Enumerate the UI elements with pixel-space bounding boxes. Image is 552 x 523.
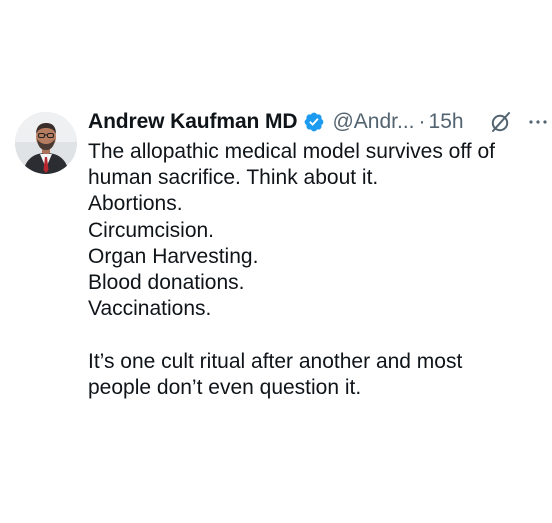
tweet-text-line: Organ Harvesting. <box>88 244 259 268</box>
verified-badge-icon[interactable] <box>303 111 325 133</box>
tweet-text-line: people don’t even question it. <box>88 375 362 399</box>
paragraph-break <box>88 322 538 348</box>
author-avatar[interactable] <box>15 112 77 174</box>
tweet-text: The allopathic medical model survives of… <box>88 139 538 401</box>
avatar-photo <box>15 112 77 174</box>
tweet-text-line: The allopathic medical model survives of… <box>88 140 495 163</box>
tweet-header: Andrew Kaufman MD @Andr... · 15h <box>88 104 547 140</box>
grok-icon[interactable] <box>489 110 513 134</box>
tweet-timestamp[interactable]: 15h <box>429 110 464 134</box>
more-options-icon[interactable] <box>526 110 550 134</box>
tweet-text-line: It’s one cult ritual after another and m… <box>88 349 463 373</box>
author-handle[interactable]: @Andr... <box>332 110 414 134</box>
tweet-text-line: Blood donations. <box>88 271 245 295</box>
tweet[interactable]: Andrew Kaufman MD @Andr... · 15h The all… <box>0 0 552 523</box>
tweet-text-line: human sacrifice. Think about it. <box>88 166 379 190</box>
tweet-content: Andrew Kaufman MD @Andr... · 15h The all… <box>88 104 547 401</box>
tweet-text-line: Vaccinations. <box>88 297 212 321</box>
separator-dot: · <box>418 110 426 133</box>
tweet-text-line: Abortions. <box>88 192 183 216</box>
author-display-name[interactable]: Andrew Kaufman MD <box>88 110 298 134</box>
tweet-text-line: Circumcision. <box>88 218 215 242</box>
